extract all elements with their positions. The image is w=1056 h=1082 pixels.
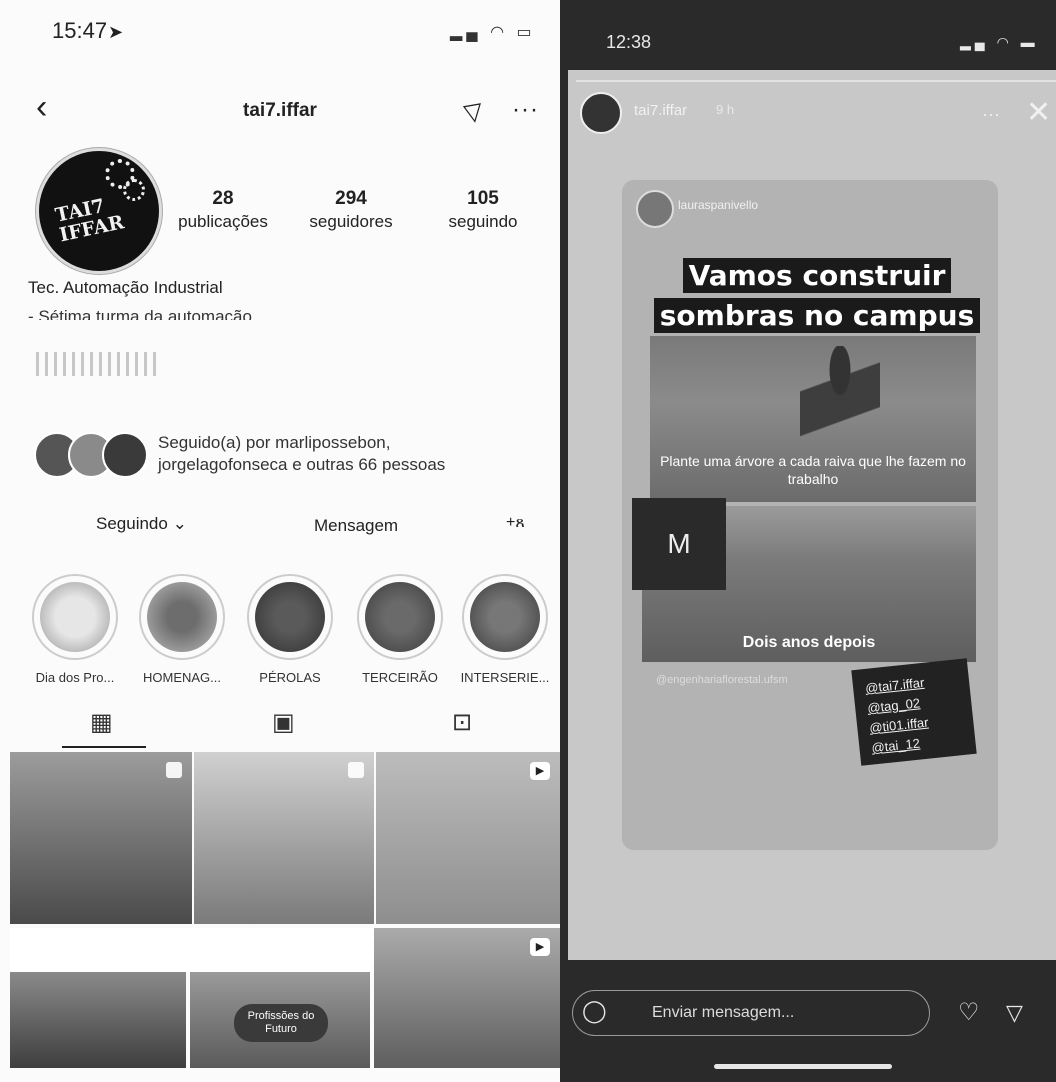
highlight-item[interactable]: HOMENAG...	[134, 574, 230, 685]
highlight-ring	[32, 574, 118, 660]
highlight-item[interactable]: TERCEIRÃO	[352, 574, 448, 685]
post-thumbnail[interactable]: ▶	[376, 752, 560, 924]
highlight-cover	[470, 582, 540, 652]
stat-label: seguidores	[309, 212, 393, 231]
stat-count: 28	[212, 188, 234, 209]
highlight-item[interactable]: Dia dos Pro...	[30, 574, 120, 685]
highlight-ring	[462, 574, 548, 660]
avatar-logo: TAI7 IFFAR	[53, 194, 126, 247]
redacted-bio	[36, 352, 156, 376]
highlight-item[interactable]: INTERSERIE...	[456, 574, 554, 685]
mention-tags[interactable]: @tai7.iffar @tag_02 @ti01.iffar @tai_12	[851, 658, 977, 766]
highlight-label: INTERSERIE...	[460, 670, 550, 685]
stat-count: 294	[335, 188, 367, 209]
location-icon: ➤	[108, 22, 124, 42]
stat-posts[interactable]: 28 publicações	[168, 188, 278, 232]
heart-icon[interactable]: ♡	[958, 998, 980, 1027]
close-icon[interactable]: ✕	[1026, 98, 1051, 128]
post-text: Profissões do Futuro	[234, 1004, 328, 1042]
post-thumbnail[interactable]: ▶	[374, 928, 560, 1068]
highlight-cover	[255, 582, 325, 652]
message-button[interactable]: Mensagem	[314, 516, 398, 536]
status-icons: ▂▄ ◠ ▭	[450, 24, 536, 41]
m-sticker: M	[632, 498, 726, 590]
highlight-label: HOMENAG...	[142, 670, 221, 685]
stat-count: 105	[467, 188, 499, 209]
photo-caption: Plante uma árvore a cada raiva que lhe f…	[660, 453, 966, 487]
profile-screen: 15:47 ➤ ▂▄ ◠ ▭ ‹ tai7.iffar ▽ ··· TAI7 IF…	[0, 0, 560, 1082]
post-thumbnail[interactable]	[10, 752, 192, 924]
stat-following[interactable]: 105 seguindo	[434, 188, 532, 232]
gear-icon	[123, 179, 145, 201]
camera-icon[interactable]: ◯	[582, 998, 607, 1024]
shared-username: lauraspanivello	[678, 198, 759, 212]
bio-line: - Sétima turma da automação	[28, 307, 252, 320]
followed-by-line: jorgelagofonseca e outras 66 pessoas	[158, 455, 446, 474]
story-username[interactable]: tai7.iffar	[634, 102, 687, 119]
profile-tabs: ▦ ▣ ⊡	[0, 700, 560, 750]
following-button[interactable]: Seguindo ⌄	[96, 514, 187, 534]
status-icons: ▂▄ ◠ ▬	[960, 34, 1039, 50]
multi-post-icon	[166, 762, 182, 778]
bio-line: Tec. Automação Industrial	[28, 278, 223, 297]
post-thumbnail[interactable]: Profissões do Futuro	[190, 972, 370, 1068]
reel-icon: ▶	[530, 938, 550, 956]
post-thumbnail[interactable]	[194, 752, 374, 924]
followed-by-text[interactable]: Seguido(a) por marlipossebon, jorgelagof…	[158, 432, 445, 476]
story-screen: 12:38 ▂▄ ◠ ▬ tai7.iffar 9 h ··· ✕ lauras…	[560, 0, 1056, 1082]
message-placeholder: Enviar mensagem...	[652, 1004, 795, 1021]
highlight-cover	[147, 582, 217, 652]
stat-label: publicações	[178, 212, 268, 231]
highlight-ring	[247, 574, 333, 660]
home-indicator	[714, 1064, 892, 1069]
story-photo: Plante uma árvore a cada raiva que lhe f…	[650, 336, 976, 502]
send-icon[interactable]: ▽	[1006, 1000, 1023, 1026]
stat-followers[interactable]: 294 seguidores	[294, 188, 408, 232]
reel-icon: ▶	[530, 762, 550, 780]
story-avatar[interactable]	[580, 92, 622, 134]
tagged-icon[interactable]: ⊡	[452, 708, 472, 737]
story-progress-bar	[576, 80, 1056, 82]
status-time: 15:47	[52, 18, 108, 43]
stat-label: seguindo	[448, 212, 518, 231]
highlight-label: Dia dos Pro...	[35, 670, 115, 685]
more-options-icon[interactable]: ···	[982, 104, 1000, 125]
highlight-label: TERCEIRÃO	[362, 670, 438, 685]
highlight-cover	[40, 582, 110, 652]
person-planting-image	[800, 346, 880, 466]
profile-avatar[interactable]: TAI7 IFFAR	[36, 148, 162, 274]
grid-icon[interactable]: ▦	[90, 708, 113, 737]
status-time: 12:38	[606, 32, 652, 52]
highlight-label: PÉROLAS	[259, 670, 321, 685]
more-options-icon[interactable]: ···	[512, 96, 539, 124]
followed-by-line: Seguido(a) por marlipossebon,	[158, 433, 391, 452]
followers-avatars[interactable]	[34, 432, 148, 478]
highlight-ring	[139, 574, 225, 660]
highlight-item[interactable]: PÉROLAS	[244, 574, 336, 685]
highlight-ring	[357, 574, 443, 660]
active-tab-indicator	[62, 746, 146, 748]
reels-icon[interactable]: ▣	[272, 708, 295, 737]
story-time-ago: 9 h	[716, 102, 735, 117]
highlight-cover	[365, 582, 435, 652]
shared-avatar	[636, 190, 674, 228]
photo-caption: Dois anos depois	[742, 634, 876, 651]
multi-post-icon	[348, 762, 364, 778]
add-user-button[interactable]: +ጸ	[506, 514, 525, 532]
photo-credit: @engenhariaflorestal.ufsm	[656, 674, 788, 686]
post-thumbnail[interactable]	[10, 972, 186, 1068]
